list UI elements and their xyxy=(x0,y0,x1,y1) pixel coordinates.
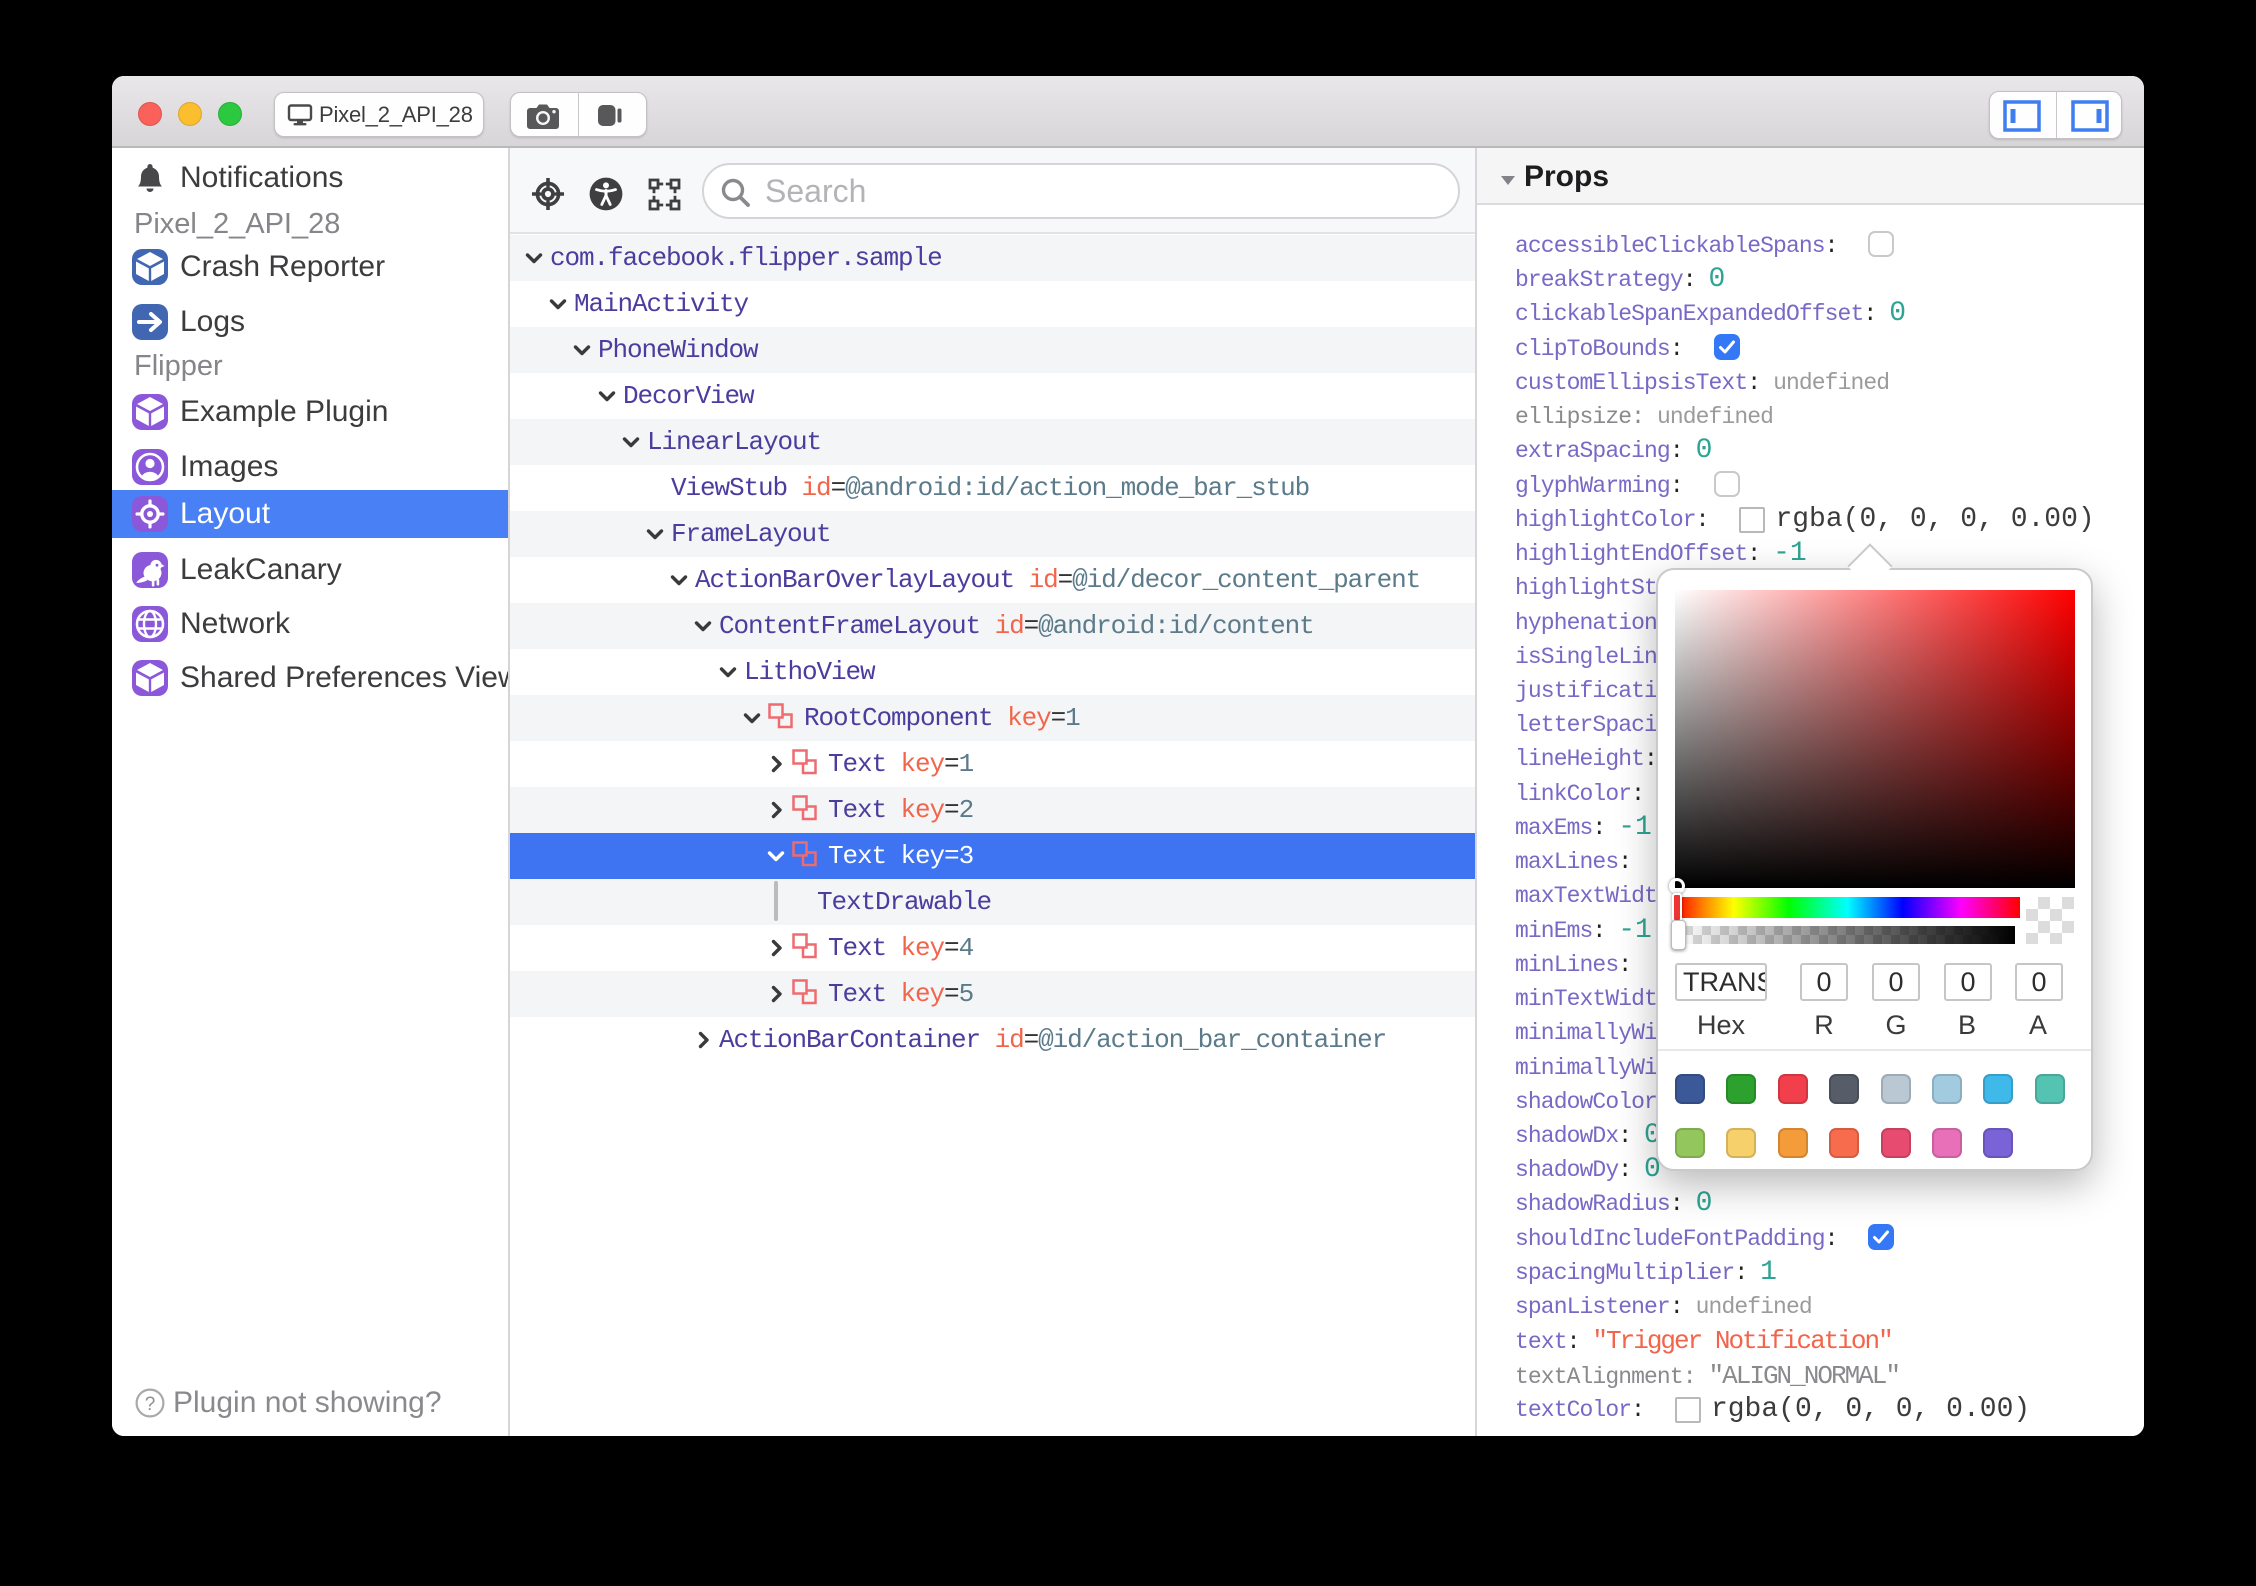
svg-text:?: ? xyxy=(145,1394,156,1415)
